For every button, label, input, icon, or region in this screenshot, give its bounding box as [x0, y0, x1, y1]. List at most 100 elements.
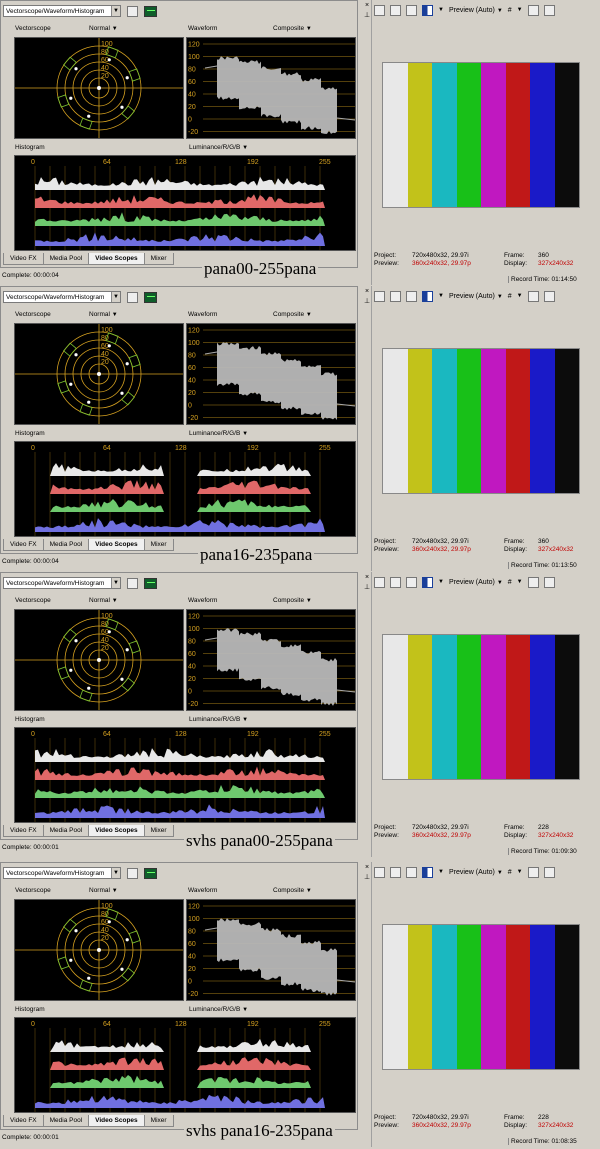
- preview-quality-dropdown[interactable]: Preview (Auto) ▼: [449, 7, 503, 14]
- vectorscope-mode-dropdown[interactable]: Normal ▼: [89, 595, 118, 607]
- chevron-down-icon[interactable]: ▼: [517, 579, 523, 585]
- split-screen-icon[interactable]: [406, 866, 417, 878]
- preview-quality-dropdown[interactable]: Preview (Auto) ▼: [449, 293, 503, 300]
- chevron-down-icon[interactable]: ▼: [438, 579, 444, 585]
- scope-type-select[interactable]: Vectorscope/Waveform/Histogram ▼: [3, 577, 121, 589]
- close-icon[interactable]: ×: [363, 288, 371, 296]
- pin-icon[interactable]: ⊥: [363, 874, 371, 882]
- copy-snapshot-icon[interactable]: [527, 290, 539, 302]
- tab-video-scopes[interactable]: Video Scopes: [88, 539, 145, 551]
- record-time-label: Record Time:: [511, 848, 550, 855]
- settings-icon[interactable]: [127, 867, 138, 879]
- vectorscope-mode-dropdown[interactable]: Normal ▼: [89, 309, 118, 321]
- overlays-icon[interactable]: #: [508, 293, 512, 300]
- chevron-down-icon[interactable]: ▼: [438, 7, 444, 13]
- overlays-icon[interactable]: #: [508, 579, 512, 586]
- pin-icon[interactable]: ⊥: [363, 298, 371, 306]
- update-scopes-icon[interactable]: [144, 5, 157, 17]
- waveform-mode-dropdown[interactable]: Composite ▼: [273, 595, 312, 607]
- preview-quality-dropdown[interactable]: Preview (Auto) ▼: [449, 869, 503, 876]
- chevron-down-icon[interactable]: ▼: [111, 292, 120, 302]
- chevron-down-icon[interactable]: ▼: [438, 293, 444, 299]
- chevron-down-icon[interactable]: ▼: [517, 7, 523, 13]
- save-snapshot-icon[interactable]: [543, 866, 555, 878]
- waveform-mode-dropdown[interactable]: Composite ▼: [273, 885, 312, 897]
- pin-icon[interactable]: ⊥: [363, 12, 371, 20]
- tab-video-scopes[interactable]: Video Scopes: [88, 1115, 145, 1127]
- preview-quality-dropdown[interactable]: Preview (Auto) ▼: [449, 579, 503, 586]
- scope-type-select[interactable]: Vectorscope/Waveform/Histogram ▼: [3, 867, 121, 879]
- preview-quality-icon[interactable]: [422, 576, 433, 588]
- tab-media-pool[interactable]: Media Pool: [42, 253, 90, 265]
- properties-icon[interactable]: [374, 290, 385, 302]
- pin-icon[interactable]: ⊥: [363, 584, 371, 592]
- histogram-mode-dropdown[interactable]: Luminance/R/G/B ▼: [189, 1004, 248, 1016]
- split-screen-icon[interactable]: [406, 576, 417, 588]
- tab-mixer[interactable]: Mixer: [143, 539, 174, 551]
- tab-video-fx[interactable]: Video FX: [3, 539, 44, 551]
- save-snapshot-icon[interactable]: [543, 576, 555, 588]
- update-scopes-icon[interactable]: [144, 867, 157, 879]
- tab-mixer[interactable]: Mixer: [143, 825, 174, 837]
- chevron-down-icon: ▼: [496, 7, 503, 14]
- scope-type-select[interactable]: Vectorscope/Waveform/Histogram ▼: [3, 291, 121, 303]
- tab-media-pool[interactable]: Media Pool: [42, 539, 90, 551]
- color-bar: [432, 635, 457, 779]
- preview-quality-icon[interactable]: [422, 4, 433, 16]
- chevron-down-icon[interactable]: ▼: [517, 869, 523, 875]
- vectorscope-mode-dropdown[interactable]: Normal ▼: [89, 885, 118, 897]
- copy-snapshot-icon[interactable]: [527, 576, 539, 588]
- histogram-display: 0 64 128 192 255: [14, 727, 356, 823]
- save-snapshot-icon[interactable]: [543, 4, 555, 16]
- waveform-tick: 100: [188, 626, 200, 633]
- close-icon[interactable]: ×: [363, 574, 371, 582]
- vectorscope-mode-dropdown[interactable]: Normal ▼: [89, 23, 118, 35]
- chevron-down-icon[interactable]: ▼: [517, 293, 523, 299]
- preview-quality-icon[interactable]: [422, 866, 433, 878]
- close-icon[interactable]: ×: [363, 2, 371, 10]
- settings-icon[interactable]: [127, 577, 138, 589]
- overlays-icon[interactable]: #: [508, 7, 512, 14]
- chevron-down-icon: ▼: [305, 26, 312, 32]
- close-icon[interactable]: ×: [363, 864, 371, 872]
- split-screen-icon[interactable]: [406, 290, 417, 302]
- properties-icon[interactable]: [374, 866, 385, 878]
- chevron-down-icon[interactable]: ▼: [438, 869, 444, 875]
- copy-snapshot-icon[interactable]: [527, 4, 539, 16]
- overlays-icon[interactable]: #: [508, 869, 512, 876]
- preview-quality-icon[interactable]: [422, 290, 433, 302]
- tab-video-fx[interactable]: Video FX: [3, 825, 44, 837]
- update-scopes-icon[interactable]: [144, 577, 157, 589]
- copy-snapshot-icon[interactable]: [527, 866, 539, 878]
- color-bar: [407, 349, 432, 493]
- tab-media-pool[interactable]: Media Pool: [42, 825, 90, 837]
- chevron-down-icon[interactable]: ▼: [111, 578, 120, 588]
- external-monitor-icon[interactable]: [390, 866, 401, 878]
- tab-video-fx[interactable]: Video FX: [3, 1115, 44, 1127]
- tab-mixer[interactable]: Mixer: [143, 1115, 174, 1127]
- properties-icon[interactable]: [374, 576, 385, 588]
- external-monitor-icon[interactable]: [390, 576, 401, 588]
- tab-video-scopes[interactable]: Video Scopes: [88, 825, 145, 837]
- external-monitor-icon[interactable]: [390, 4, 401, 16]
- settings-icon[interactable]: [127, 291, 138, 303]
- tab-media-pool[interactable]: Media Pool: [42, 1115, 90, 1127]
- histogram-mode-dropdown[interactable]: Luminance/R/G/B ▼: [189, 714, 248, 726]
- waveform-tick: 60: [188, 79, 196, 86]
- waveform-mode-dropdown[interactable]: Composite ▼: [273, 23, 312, 35]
- tab-video-scopes[interactable]: Video Scopes: [88, 253, 145, 265]
- properties-icon[interactable]: [374, 4, 385, 16]
- split-screen-icon[interactable]: [406, 4, 417, 16]
- update-scopes-icon[interactable]: [144, 291, 157, 303]
- histogram-mode-dropdown[interactable]: Luminance/R/G/B ▼: [189, 142, 248, 154]
- histogram-mode-dropdown[interactable]: Luminance/R/G/B ▼: [189, 428, 248, 440]
- tab-video-fx[interactable]: Video FX: [3, 253, 44, 265]
- waveform-mode-dropdown[interactable]: Composite ▼: [273, 309, 312, 321]
- external-monitor-icon[interactable]: [390, 290, 401, 302]
- save-snapshot-icon[interactable]: [543, 290, 555, 302]
- chevron-down-icon[interactable]: ▼: [111, 868, 120, 878]
- settings-icon[interactable]: [127, 5, 138, 17]
- scope-type-select[interactable]: Vectorscope/Waveform/Histogram ▼: [3, 5, 121, 17]
- tab-mixer[interactable]: Mixer: [143, 253, 174, 265]
- chevron-down-icon[interactable]: ▼: [111, 6, 120, 16]
